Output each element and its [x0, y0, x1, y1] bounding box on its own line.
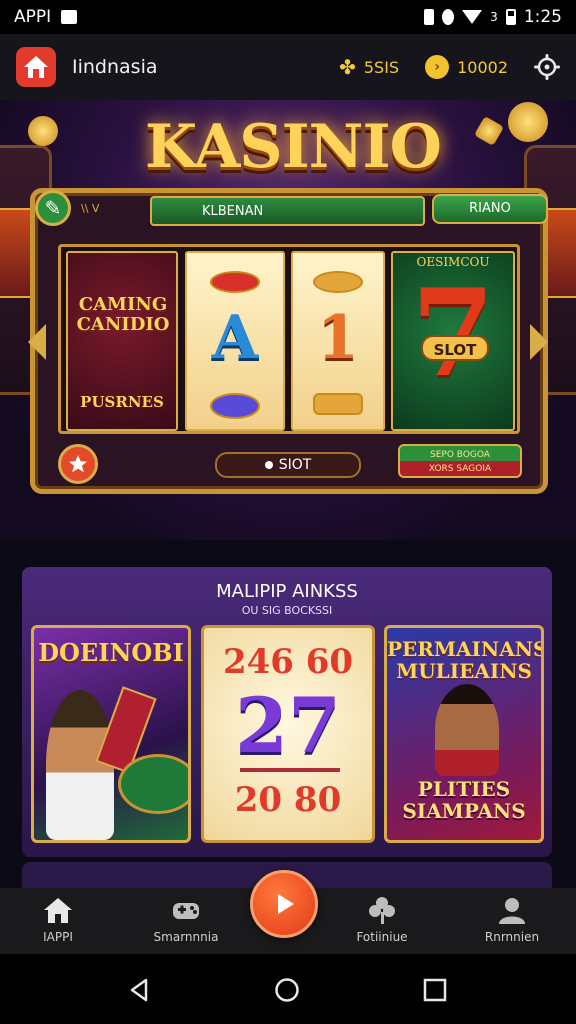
- coins-value: 5SIS: [363, 57, 400, 77]
- slot-selector-button[interactable]: SIOT: [215, 452, 361, 478]
- nav-item-home[interactable]: IAPPI: [8, 894, 108, 944]
- promo-line-1: SEPO BOGOA: [430, 450, 490, 460]
- reel4-label: SLOT: [421, 335, 489, 361]
- coin-decor-icon: [28, 116, 58, 146]
- promo-badge[interactable]: SEPO BOGOA XORS SAGOIA: [398, 444, 522, 478]
- left-arrow-icon[interactable]: [28, 324, 46, 360]
- hero-subtitle: KLBENAN: [202, 204, 264, 219]
- slot-reels: CAMING CANIDIO PUSRNES A 1 OESIMCOU 7 SL…: [58, 244, 520, 434]
- notification-icon: [61, 10, 78, 24]
- hero-title: KASINIO: [145, 112, 442, 182]
- reel3-symbol: 1: [317, 303, 359, 373]
- app-header: Iindnasia ✤ 5SIS › 10002: [0, 34, 576, 100]
- gems-balance[interactable]: › 10002: [425, 55, 508, 79]
- games-section-title: MALIPIP AINKSS: [216, 581, 358, 602]
- promo-line-2: XORS SAGOIA: [428, 464, 492, 474]
- game-card-3[interactable]: PERMAINANS MULIEAINS PLITIES SIAMPANS: [384, 625, 544, 843]
- alarm-icon: [442, 9, 455, 25]
- riano-button[interactable]: RIANO: [432, 194, 548, 224]
- blue-chip-icon: [210, 393, 260, 419]
- clover-icon: [369, 897, 395, 924]
- house-icon: [24, 56, 48, 78]
- play-icon: [278, 894, 294, 914]
- slot-pill-label: SIOT: [278, 457, 312, 473]
- ribbon-divider: [240, 768, 340, 772]
- reel-1: CAMING CANIDIO PUSRNES: [66, 251, 178, 431]
- recents-square-icon[interactable]: [422, 977, 448, 1003]
- games-section-subtitle: OU SIG BOCKSSI: [241, 604, 333, 617]
- system-navigation-bar: [0, 954, 576, 1024]
- status-left-text: APPI: [14, 7, 52, 27]
- nav-home-label: IAPPI: [43, 930, 73, 944]
- settings-gear-icon[interactable]: [534, 54, 560, 80]
- nav-item-favorites[interactable]: Fotiiniue: [332, 894, 432, 944]
- game-card-3-title: PERMAINANS MULIEAINS: [387, 637, 544, 683]
- clover-coin-icon: ✤: [339, 55, 356, 79]
- game-card-2[interactable]: 246 60 27 20 80: [201, 625, 375, 843]
- game-card-2-line1: 246 60: [222, 642, 354, 682]
- wifi-icon: [462, 10, 483, 24]
- reel1-title: CAMING CANIDIO: [76, 294, 170, 335]
- reel-3: 1: [291, 251, 385, 431]
- hero-slot-banner[interactable]: KASINIO ✎ \\ V KLBENAN RIANO CAMING CANI…: [0, 100, 576, 540]
- coin-decor-icon: [508, 102, 548, 142]
- game-card-3-footer: PLITIES SIAMPANS: [402, 777, 526, 823]
- right-arrow-icon[interactable]: [530, 324, 548, 360]
- reel-4: OESIMCOU 7 SLOT: [391, 251, 515, 431]
- small-tag: \\ V: [81, 201, 100, 215]
- vibrate-icon: [424, 9, 435, 25]
- gold-chip-icon: [313, 271, 363, 293]
- app-name: Iindnasia: [72, 56, 158, 78]
- battery-icon: [505, 9, 516, 25]
- nav-profile-label: Rnrnnien: [484, 930, 540, 944]
- reel1-footer: PUSRNES: [80, 393, 164, 411]
- gold-bar-icon: [313, 393, 363, 415]
- seven-symbol-icon: 7: [411, 263, 495, 404]
- app-logo-icon[interactable]: [16, 47, 56, 87]
- nav-item-profile[interactable]: Rnrnnien: [462, 894, 562, 944]
- reel-2: A: [185, 251, 285, 431]
- woman-portrait-image: [46, 690, 114, 840]
- status-time: 1:25: [523, 7, 562, 27]
- play-button[interactable]: [250, 870, 318, 938]
- home-circle-icon[interactable]: [274, 977, 300, 1003]
- dot-icon: [264, 461, 273, 469]
- gamepad-icon: [173, 903, 199, 919]
- game-card-2-number: 27: [235, 681, 341, 770]
- gold-coin-icon: ›: [425, 55, 450, 79]
- game-card-1-title: DOEINOBI: [38, 638, 184, 667]
- home-icon: [44, 898, 72, 923]
- app-screen: APPI 3 1:25 Iindnasia ✤ 5SIS › 10002 KAS…: [0, 0, 576, 1024]
- coin-decor-icon: [473, 115, 505, 147]
- status-bar: APPI 3 1:25: [0, 0, 576, 34]
- back-icon[interactable]: [126, 977, 152, 1003]
- nav-games-label: Smarnnnia: [153, 930, 219, 944]
- game-card-2-line3: 20 80: [234, 780, 342, 820]
- coins-balance[interactable]: ✤ 5SIS: [339, 55, 399, 79]
- game-card-1[interactable]: DOEINOBI: [31, 625, 191, 843]
- user-icon: [499, 898, 525, 924]
- roulette-table-image: [118, 754, 188, 814]
- reel2-symbol: A: [211, 303, 259, 373]
- games-section: MALIPIP AINKSS OU SIG BOCKSSI DOEINOBI 2…: [22, 567, 552, 857]
- pencil-badge-icon[interactable]: ✎: [35, 190, 71, 226]
- man-portrait-image: [435, 684, 499, 776]
- star-badge-icon[interactable]: [58, 444, 98, 484]
- nav-favorites-label: Fotiiniue: [356, 930, 408, 944]
- gems-value: 10002: [457, 57, 508, 77]
- signal-digit: 3: [490, 10, 498, 24]
- red-chip-icon: [210, 271, 260, 293]
- nav-item-games[interactable]: Smarnnnia: [136, 894, 236, 944]
- hero-subtitle-plate: KLBENAN: [150, 196, 425, 226]
